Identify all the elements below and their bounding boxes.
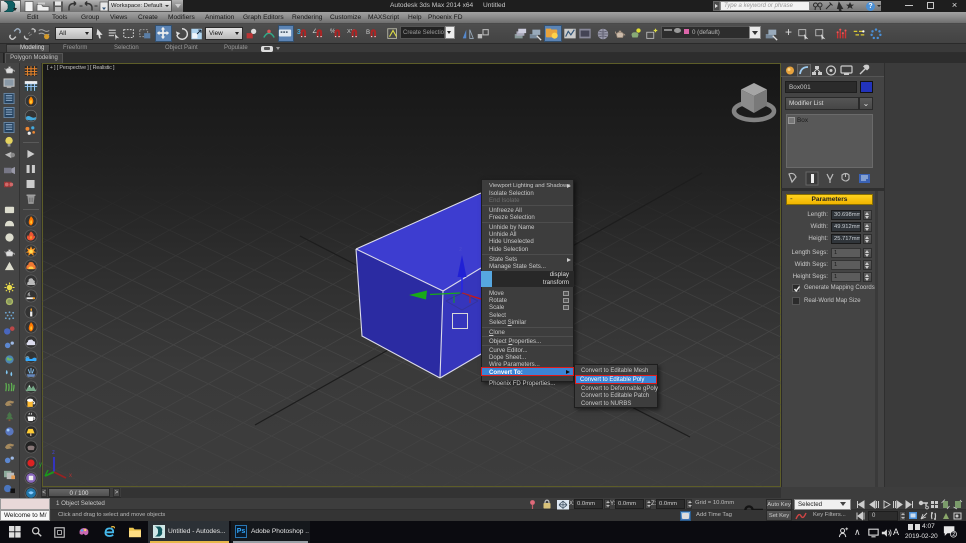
svg-text:z: z [459,246,462,253]
svg-text:B: B [366,29,370,36]
svg-text:y: y [39,462,42,468]
svg-text:z: z [52,450,55,456]
svg-text:2: 2 [952,532,955,538]
svg-text:x: x [69,473,72,479]
svg-text:3: 3 [297,29,301,36]
